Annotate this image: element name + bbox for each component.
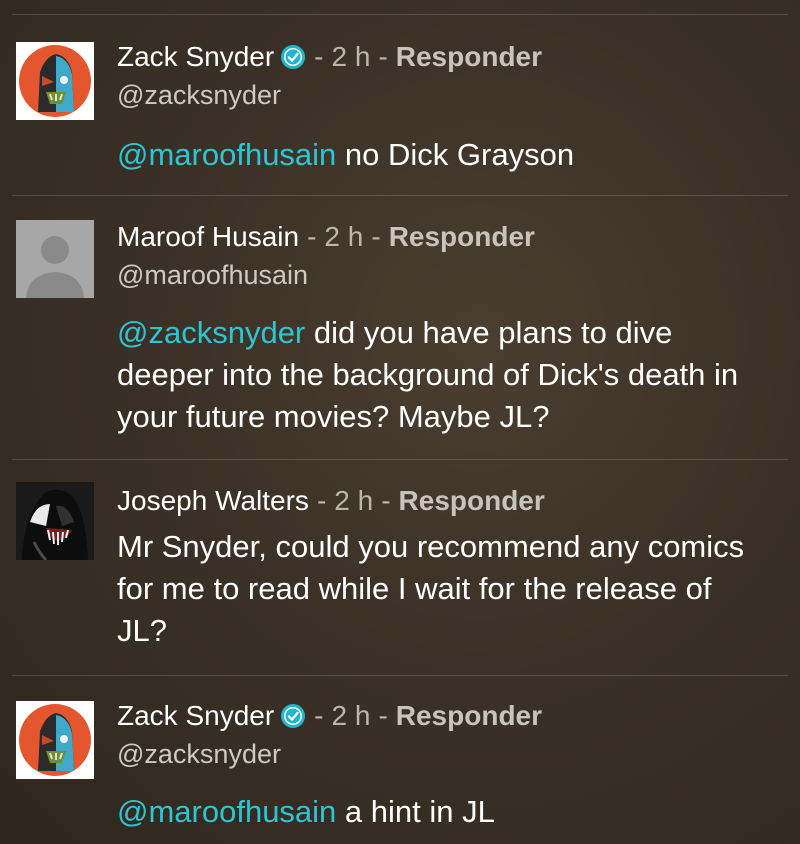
separator: - xyxy=(314,700,324,731)
verified-badge-icon xyxy=(280,703,306,729)
author-name[interactable]: Maroof Husain xyxy=(117,220,299,254)
avatar[interactable] xyxy=(16,220,94,298)
avatar[interactable] xyxy=(16,482,94,560)
separator: - xyxy=(381,485,391,516)
avatar[interactable] xyxy=(16,42,94,120)
comic-character-avatar-icon xyxy=(16,701,94,779)
author-name[interactable]: Joseph Walters xyxy=(117,484,309,518)
author-name[interactable]: Zack Snyder xyxy=(117,699,274,733)
reply-button[interactable]: Responder xyxy=(389,220,535,254)
mention-link[interactable]: @maroofhusain xyxy=(117,137,336,172)
comment-text: @maroofhusain no Dick Grayson xyxy=(117,134,770,176)
reply-button[interactable]: Responder xyxy=(399,484,545,518)
comment-age: 2 h xyxy=(331,700,371,731)
verified-badge-icon xyxy=(280,44,306,70)
avatar[interactable] xyxy=(16,701,94,779)
comment-age: 2 h xyxy=(331,41,371,72)
comment-age: 2 h xyxy=(334,485,374,516)
user-handle[interactable]: @maroofhusain xyxy=(117,258,770,292)
user-handle[interactable]: @zacksnyder xyxy=(117,737,770,771)
comic-character-avatar-icon xyxy=(16,42,94,120)
divider xyxy=(12,14,788,15)
comment-text: Mr Snyder, could you recommend any comic… xyxy=(117,526,770,652)
reply-button[interactable]: Responder xyxy=(396,699,542,733)
mention-link[interactable]: @zacksnyder xyxy=(117,315,305,350)
divider xyxy=(12,459,788,460)
mention-link[interactable]: @maroofhusain xyxy=(117,794,336,829)
comment-body: no Dick Grayson xyxy=(336,137,575,172)
author-name[interactable]: Zack Snyder xyxy=(117,40,274,74)
divider xyxy=(12,195,788,196)
reply-button[interactable]: Responder xyxy=(396,40,542,74)
separator: - xyxy=(307,221,317,252)
separator: - xyxy=(316,485,327,516)
separator: - xyxy=(378,700,388,731)
comment-body: Mr Snyder, could you recommend any comic… xyxy=(117,529,745,648)
divider xyxy=(12,675,788,676)
comment-text: @zacksnyder did you have plans to dive d… xyxy=(117,312,770,438)
comment-age: 2 h xyxy=(324,221,364,252)
comment-text: @maroofhusain a hint in JL xyxy=(117,791,770,833)
comment-body: a hint in JL xyxy=(336,794,495,829)
user-handle[interactable]: @zacksnyder xyxy=(117,78,770,112)
default-user-avatar-icon xyxy=(16,220,94,298)
separator: - xyxy=(378,41,388,72)
separator: - xyxy=(371,221,381,252)
venom-avatar-icon xyxy=(16,482,94,560)
separator: - xyxy=(314,41,324,72)
